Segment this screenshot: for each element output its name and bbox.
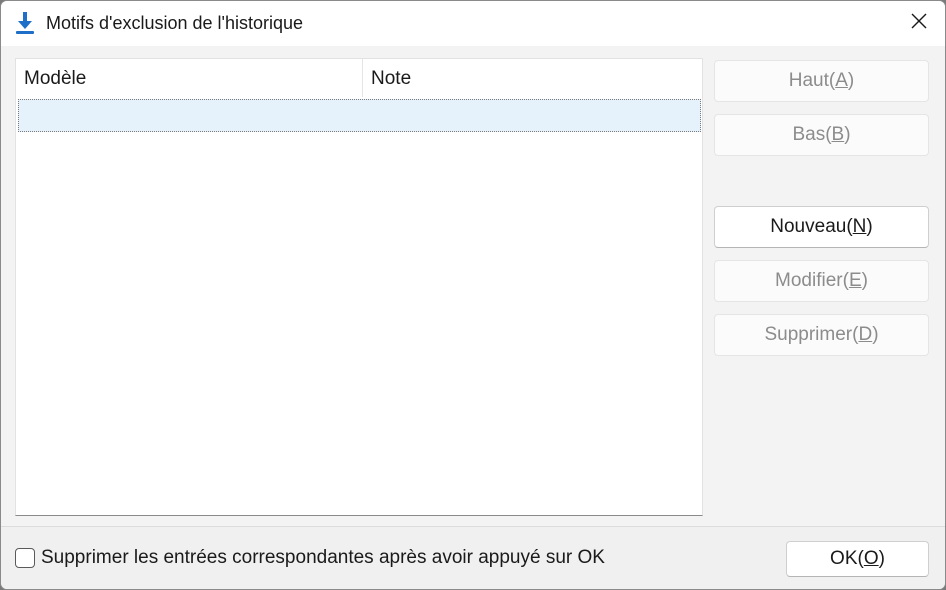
window-title: Motifs d'exclusion de l'historique <box>46 13 304 33</box>
delete-matching-checkbox[interactable] <box>15 548 35 568</box>
down-button[interactable]: Bas(B) <box>714 114 929 156</box>
list-item[interactable] <box>18 99 701 132</box>
new-button-label: Nouveau( <box>770 216 853 237</box>
ok-button-mnemonic: O <box>863 548 879 569</box>
up-button-label: Haut( <box>788 70 836 91</box>
new-button-mnemonic: N <box>852 216 867 237</box>
edit-button-label: Modifier( <box>775 270 849 291</box>
edit-button[interactable]: Modifier(E) <box>714 260 929 302</box>
delete-matching-checkbox-row[interactable]: Supprimer les entrées correspondantes ap… <box>15 547 605 569</box>
delete-button-label: Supprimer( <box>764 324 859 345</box>
new-button-suffix: ) <box>866 216 873 237</box>
patterns-list[interactable]: Modèle Note <box>15 58 703 516</box>
dialog-window: Motifs d'exclusion de l'historique Modèl… <box>0 0 946 590</box>
delete-button[interactable]: Supprimer(D) <box>714 314 929 356</box>
new-button[interactable]: Nouveau(N) <box>714 206 929 248</box>
title-bar[interactable]: Motifs d'exclusion de l'historique <box>1 1 945 46</box>
ok-button-label: OK( <box>830 548 864 569</box>
ok-button-suffix: ) <box>878 548 885 569</box>
down-button-mnemonic: B <box>831 124 845 145</box>
up-button-suffix: ) <box>847 70 855 91</box>
list-header: Modèle Note <box>16 59 702 97</box>
down-button-label: Bas( <box>792 124 832 145</box>
edit-button-mnemonic: E <box>848 270 862 291</box>
edit-button-suffix: ) <box>861 270 868 291</box>
up-button[interactable]: Haut(A) <box>714 60 929 102</box>
delete-matching-checkbox-label[interactable]: Supprimer les entrées correspondantes ap… <box>41 547 605 569</box>
up-button-mnemonic: A <box>835 70 848 91</box>
dialog-footer: Supprimer les entrées correspondantes ap… <box>1 526 945 589</box>
down-button-suffix: ) <box>844 124 851 145</box>
close-button[interactable] <box>893 1 945 46</box>
download-arrow-icon <box>15 11 35 35</box>
delete-button-mnemonic: D <box>858 324 873 345</box>
delete-button-suffix: ) <box>872 324 879 345</box>
close-icon <box>911 13 927 34</box>
column-header-model[interactable]: Modèle <box>16 59 363 97</box>
column-header-note[interactable]: Note <box>363 59 702 97</box>
ok-button[interactable]: OK(O) <box>786 541 929 577</box>
